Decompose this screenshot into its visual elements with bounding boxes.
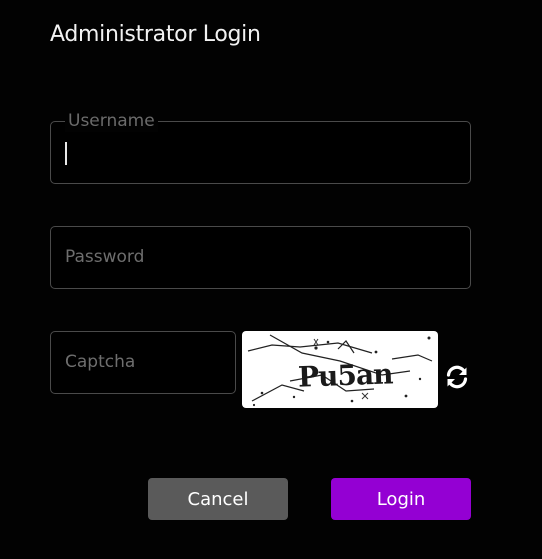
password-field[interactable]: Password xyxy=(50,226,471,289)
captcha-image: Pu5an xyxy=(242,331,438,408)
captcha-placeholder: Captcha xyxy=(65,352,136,372)
password-placeholder: Password xyxy=(65,247,145,267)
username-label: Username xyxy=(65,110,158,132)
text-caret xyxy=(65,142,67,165)
captcha-input[interactable]: Captcha xyxy=(50,331,236,394)
username-field[interactable]: Username xyxy=(50,110,471,184)
cancel-button[interactable]: Cancel xyxy=(148,478,288,520)
refresh-icon[interactable] xyxy=(444,364,470,390)
login-button[interactable]: Login xyxy=(331,478,471,520)
login-dialog: Administrator Login Username Password Ca… xyxy=(0,0,542,559)
captcha-text: Pu5an xyxy=(297,357,393,394)
dialog-title: Administrator Login xyxy=(50,22,261,47)
